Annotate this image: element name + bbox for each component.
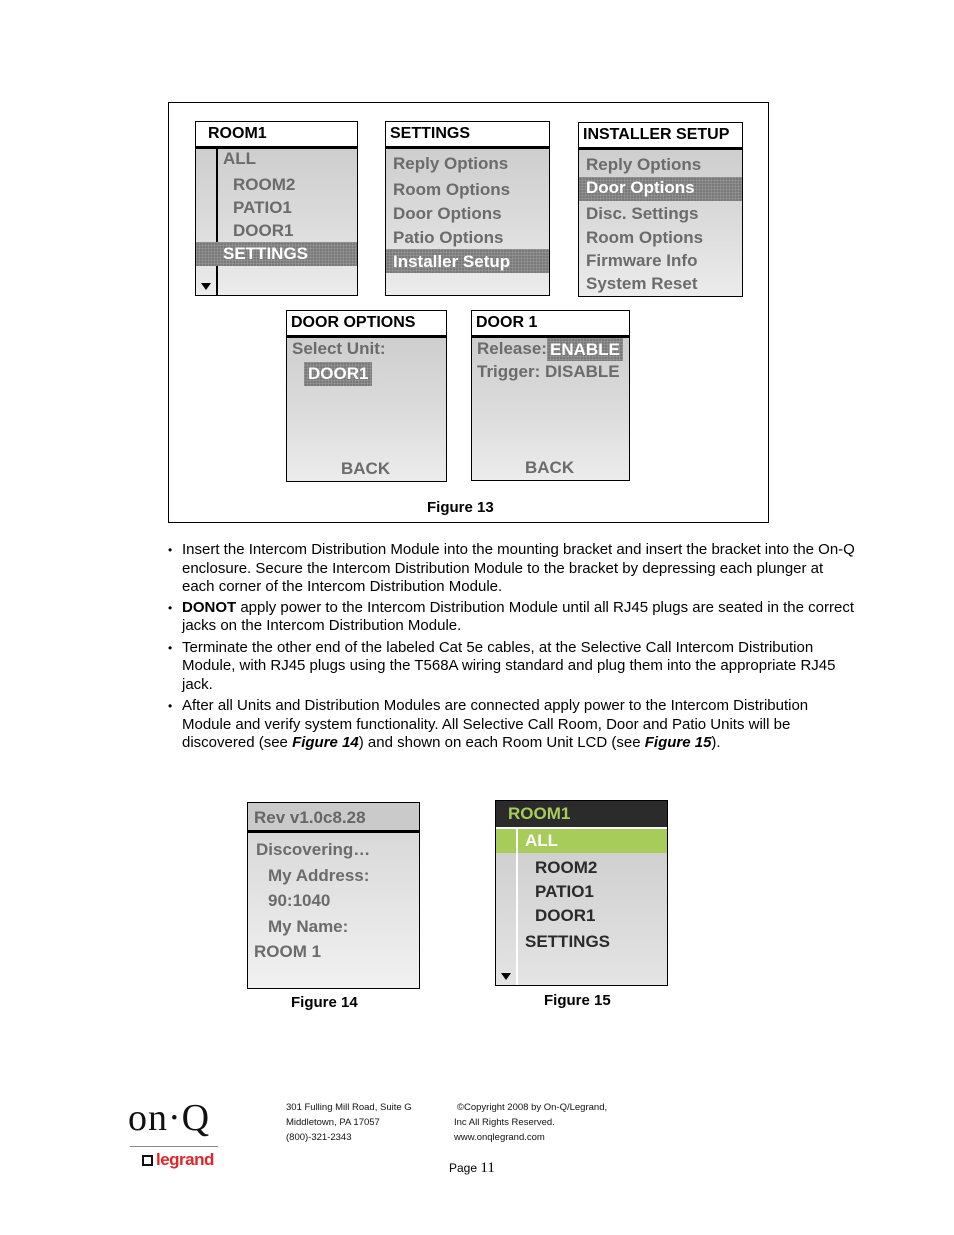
menu-item-settings-selected[interactable]: SETTINGS [223,244,308,264]
menu-item-patio1[interactable]: PATIO1 [535,882,594,902]
menu-item-all-selected[interactable]: ALL [525,831,558,851]
page-number: Page 11 [449,1160,495,1177]
legrand-square-icon [142,1155,153,1166]
menu-item-disc-settings[interactable]: Disc. Settings [586,204,698,224]
menu-item-settings[interactable]: SETTINGS [525,932,610,952]
menu-item-reply-options[interactable]: Reply Options [393,154,508,174]
menu-item-room-options[interactable]: Room Options [586,228,703,248]
instruction-text: ) and shown on each Room Unit LCD (see [358,734,645,751]
instruction-item: • Terminate the other end of the labeled… [166,639,856,695]
instruction-text: Terminate the other end of the labeled C… [182,638,836,693]
arrow-down-icon[interactable] [501,973,511,980]
lcd-title: DOOR OPTIONS [287,311,446,338]
menu-item-firmware-info[interactable]: Firmware Info [586,251,697,271]
instruction-item: • After all Units and Distribution Modul… [166,697,856,753]
lcd-title: INSTALLER SETUP [579,123,742,150]
phone-number: (800)-321-2343 [286,1132,352,1143]
bullet-icon: • [168,600,173,615]
menu-item-room-options[interactable]: Room Options [393,180,510,200]
lcd-screen-discovering: Rev v1.0c8.28 Discovering… My Address: 9… [247,802,420,989]
footer-address: 301 Fulling Mill Road, Suite G Middletow… [286,1100,412,1145]
menu-item-door-options[interactable]: Door Options [393,204,502,224]
menu-item-all[interactable]: ALL [223,149,256,169]
trigger-setting[interactable]: Trigger: DISABLE [477,362,620,382]
menu-item-patio-options[interactable]: Patio Options [393,228,504,248]
scroll-divider [516,829,518,985]
address-line: 301 Fulling Mill Road, Suite G [286,1102,412,1113]
menu-item-door1[interactable]: DOOR1 [233,221,293,241]
my-address-value: 90:1040 [268,891,331,910]
page-value: 11 [480,1160,495,1176]
legrand-logo: legrand [142,1150,214,1170]
footer-copyright: ©Copyright 2008 by On-Q/Legrand, Inc All… [454,1100,607,1145]
instruction-text: ). [711,734,721,751]
instruction-emphasis: DONOT [182,598,237,616]
instruction-text: apply power to the Intercom Distribution… [182,598,854,635]
page-label: Page [449,1161,478,1175]
menu-item-room2[interactable]: ROOM2 [535,858,597,878]
figure-15-reference: Figure 15 [644,734,712,751]
door-unit-selector[interactable]: DOOR1 [304,362,372,386]
menu-item-patio1[interactable]: PATIO1 [233,198,292,218]
lcd-title: ROOM1 [496,801,667,829]
website-link[interactable]: www.onqlegrand.com [454,1130,607,1145]
firmware-revision: Rev v1.0c8.28 [248,803,419,833]
arrow-down-icon[interactable] [201,283,211,290]
select-unit-label: Select Unit: [292,339,386,358]
back-button[interactable]: BACK [525,458,574,478]
menu-item-door1[interactable]: DOOR1 [535,906,595,926]
selection-highlight [496,829,667,853]
lcd-screen-room1-color: ROOM1 ALL ROOM2 PATIO1 DOOR1 SETTINGS [495,800,668,986]
address-line: Middletown, PA 17057 [286,1117,380,1128]
back-button[interactable]: BACK [341,459,390,479]
bullet-icon: • [168,699,173,713]
menu-item-system-reset[interactable]: System Reset [586,274,698,294]
menu-item-door-options-selected[interactable]: Door Options [586,178,695,198]
copyright-line: Inc All Rights Reserved. [454,1117,555,1128]
release-label: Release: [477,339,547,358]
bullet-icon: • [168,640,173,655]
instruction-text: Insert the Intercom Distribution Module … [182,541,855,595]
release-value-selector[interactable]: ENABLE [547,338,623,361]
my-name-value: ROOM 1 [254,942,322,961]
menu-item-reply-options[interactable]: Reply Options [586,155,701,175]
figure-13-caption: Figure 13 [427,499,494,516]
menu-item-room2[interactable]: ROOM2 [233,175,295,195]
instruction-item: • Insert the Intercom Distribution Modul… [166,541,856,597]
lcd-screen-installer-setup: INSTALLER SETUP Reply Options Door Optio… [578,122,743,297]
instruction-item: • DONOT apply power to the Intercom Dist… [166,599,856,636]
my-name-label: My Name: [268,917,349,936]
scrollbar[interactable] [196,149,218,295]
discovering-status: Discovering… [256,840,371,859]
menu-item-installer-setup-selected[interactable]: Installer Setup [393,252,510,272]
figure-14-reference: Figure 14 [292,734,359,751]
lcd-screen-door-options: DOOR OPTIONS Select Unit: DOOR1 BACK [286,310,447,482]
lcd-screen-room1: ROOM1 ALL ROOM2 PATIO1 DOOR1 SETTINGS [195,121,358,296]
logo-divider [130,1146,218,1147]
copyright-line: ©Copyright 2008 by On-Q/Legrand, [457,1102,608,1113]
lcd-title: ROOM1 [196,122,357,149]
instruction-list: • Insert the Intercom Distribution Modul… [166,541,856,755]
onq-logo: on·Q [128,1097,211,1139]
lcd-screen-door1: DOOR 1 Release: ENABLE Trigger: DISABLE … [471,310,630,481]
lcd-title: SETTINGS [386,122,549,149]
lcd-screen-settings: SETTINGS Reply Options Room Options Door… [385,121,550,296]
figure-15-caption: Figure 15 [544,992,611,1009]
figure-14-caption: Figure 14 [291,994,358,1011]
bullet-icon: • [168,543,173,557]
my-address-label: My Address: [268,866,370,885]
lcd-title: DOOR 1 [472,311,629,338]
legrand-wordmark: legrand [156,1150,214,1169]
